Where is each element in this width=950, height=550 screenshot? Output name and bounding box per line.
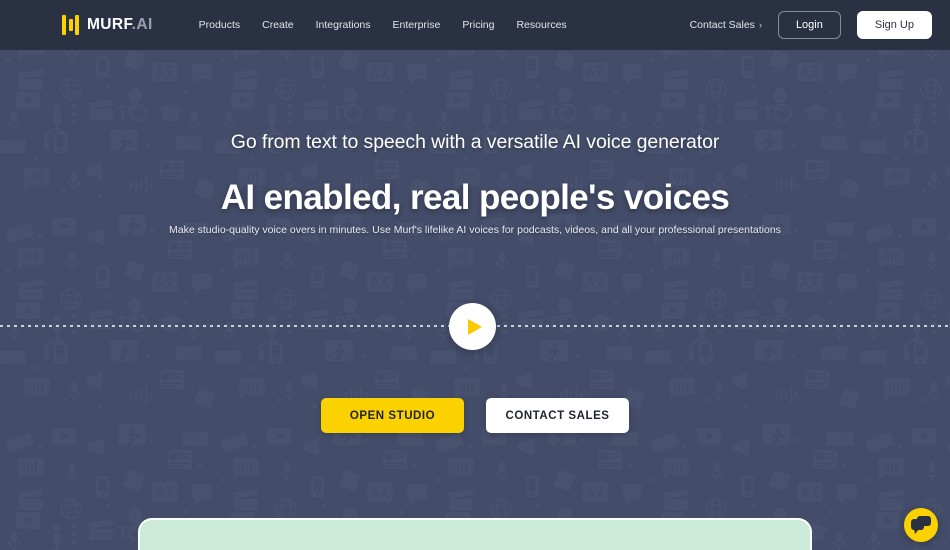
contact-sales-button[interactable]: CONTACT SALES <box>486 398 629 433</box>
primary-navigation: Products Create Integrations Enterprise … <box>199 19 567 31</box>
demo-panel <box>138 518 812 550</box>
play-icon <box>467 318 482 335</box>
nav-item-products[interactable]: Products <box>199 19 240 31</box>
hero-subtext: Make studio-quality voice overs in minut… <box>169 224 781 236</box>
play-video-button[interactable] <box>449 303 496 350</box>
nav-item-enterprise[interactable]: Enterprise <box>393 19 441 31</box>
nav-item-resources[interactable]: Resources <box>516 19 566 31</box>
hero-headline: AI enabled, real people's voices <box>220 178 730 217</box>
hero-eyebrow: Go from text to speech with a versatile … <box>230 131 720 153</box>
signup-button[interactable]: Sign Up <box>856 11 932 39</box>
chat-bubbles-icon <box>911 516 931 534</box>
contact-sales-link-label: Contact Sales <box>689 19 755 31</box>
hero-cta-row: OPEN STUDIO CONTACT SALES <box>0 398 950 433</box>
header-actions: Contact Sales › Login Sign Up <box>690 11 932 39</box>
nav-item-pricing[interactable]: Pricing <box>462 19 494 31</box>
murf-bars-icon <box>62 15 79 35</box>
logo[interactable]: MURF.AI <box>62 15 153 35</box>
chevron-right-icon: › <box>758 20 762 30</box>
logo-suffix: .AI <box>131 16 153 33</box>
open-studio-button[interactable]: OPEN STUDIO <box>321 398 464 433</box>
hero-section: Go from text to speech with a versatile … <box>0 0 950 550</box>
logo-wordmark: MURF.AI <box>87 16 153 34</box>
contact-sales-link[interactable]: Contact Sales › <box>690 19 762 31</box>
login-button[interactable]: Login <box>777 11 841 39</box>
nav-item-create[interactable]: Create <box>262 19 294 31</box>
site-header: MURF.AI Products Create Integrations Ent… <box>0 0 950 50</box>
nav-item-integrations[interactable]: Integrations <box>316 19 371 31</box>
logo-name: MURF <box>87 16 132 33</box>
chat-widget-button[interactable] <box>904 508 938 542</box>
